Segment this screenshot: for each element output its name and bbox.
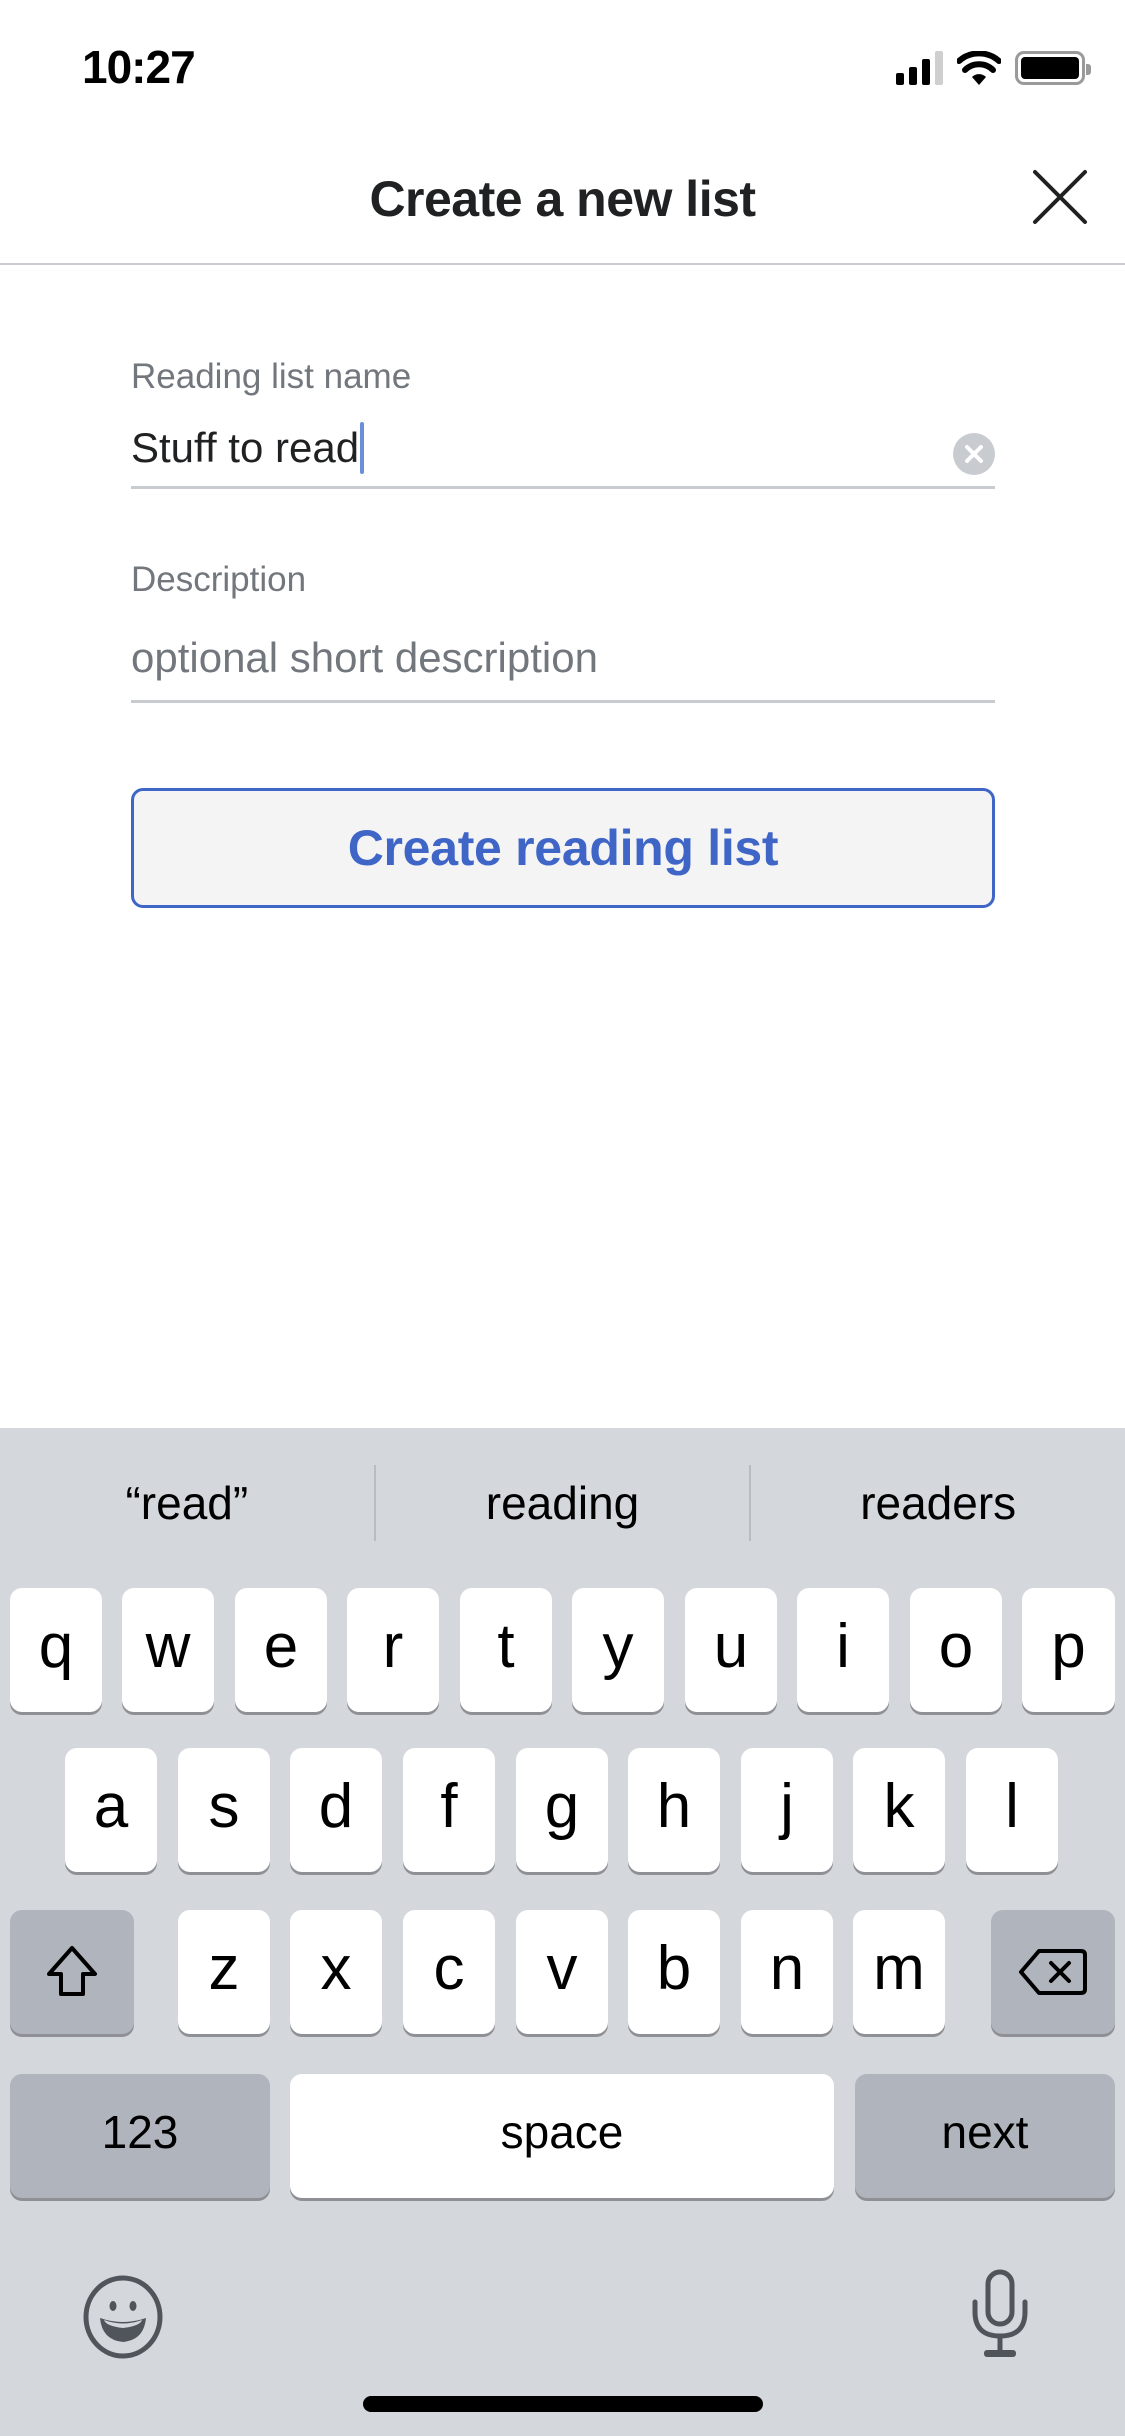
key-label: space [500,2106,624,2158]
wifi-icon [957,51,1001,85]
key-s[interactable]: s [178,1748,270,1872]
key-label: o [938,1611,974,1681]
key-label: y [602,1611,634,1681]
battery-icon [1015,51,1091,85]
create-reading-list-button[interactable]: Create reading list [131,788,995,908]
key-a[interactable]: a [65,1748,157,1872]
key-z[interactable]: z [178,1910,270,2034]
key-o[interactable]: o [910,1588,1002,1712]
description-input[interactable] [131,627,995,688]
close-button[interactable] [1027,164,1093,230]
key-row-2: a s d f g h j k l [0,1748,1125,1876]
key-w[interactable]: w [122,1588,214,1712]
name-field-label: Reading list name [131,357,412,396]
key-label: g [544,1771,580,1841]
status-bar: 10:27 [0,0,1125,132]
key-g[interactable]: g [516,1748,608,1872]
suggestion-item[interactable]: “read” [0,1476,374,1530]
key-v[interactable]: v [516,1910,608,2034]
clear-text-button[interactable] [953,433,995,475]
key-label: c [433,1933,465,2003]
key-label: l [1005,1771,1019,1841]
key-label: w [145,1611,191,1681]
key-f[interactable]: f [403,1748,495,1872]
key-j[interactable]: j [741,1748,833,1872]
clear-circle-icon [965,445,983,463]
key-label: h [656,1771,692,1841]
emoji-icon [83,2275,163,2359]
key-e[interactable]: e [235,1588,327,1712]
key-label: v [546,1933,578,2003]
name-field[interactable]: Stuff to read [131,415,995,489]
microphone-icon [972,2269,1028,2357]
key-label: p [1051,1611,1086,1681]
key-d[interactable]: d [290,1748,382,1872]
key-label: r [382,1611,404,1681]
description-field-row [131,615,995,703]
microphone-button[interactable] [960,2268,1040,2360]
header: Create a new list [0,132,1125,265]
key-label: x [320,1933,352,2003]
key-label: z [208,1933,240,2003]
backspace-icon [1019,1949,1087,1995]
key-x[interactable]: x [290,1910,382,2034]
key-label: u [713,1611,749,1681]
key-label: 123 [101,2106,179,2158]
status-icons [896,50,1091,86]
close-icon [1033,170,1087,224]
key-p[interactable]: p [1022,1588,1115,1712]
key-r[interactable]: r [347,1588,439,1712]
name-field-text: Stuff to read [131,424,360,472]
text-caret [360,421,365,474]
numbers-key[interactable]: 123 [10,2074,270,2198]
key-q[interactable]: q [10,1588,102,1712]
emoji-button[interactable] [80,2274,166,2360]
key-label: m [873,1933,925,2003]
key-label: s [208,1771,240,1841]
key-label: n [769,1933,805,2003]
status-time: 10:27 [82,41,196,93]
shift-key[interactable] [10,1910,134,2034]
space-key[interactable]: space [290,2074,834,2198]
delete-key[interactable] [991,1910,1115,2034]
key-label: e [263,1611,299,1681]
key-label: d [318,1771,354,1841]
key-u[interactable]: u [685,1588,777,1712]
key-l[interactable]: l [966,1748,1058,1872]
key-b[interactable]: b [628,1910,720,2034]
page-title: Create a new list [369,171,756,227]
key-m[interactable]: m [853,1910,945,2034]
key-label: i [836,1611,850,1681]
key-label: k [883,1771,915,1841]
key-label: j [780,1771,794,1841]
description-field-label: Description [131,560,307,599]
key-label: a [93,1771,129,1841]
keyboard: “read” reading readers q w e r t y u i o… [0,1428,1125,2436]
key-row-3: z x c v b n m [0,1910,1125,2038]
key-label: b [656,1933,692,2003]
key-row-4: 123 space next [0,2074,1125,2202]
key-label: next [941,2106,1029,2158]
key-row-1: q w e r t y u i o p [0,1588,1125,1716]
key-i[interactable]: i [797,1588,889,1712]
key-label: f [440,1771,458,1841]
suggestion-item[interactable]: readers [751,1476,1125,1530]
next-key[interactable]: next [855,2074,1115,2198]
key-y[interactable]: y [572,1588,664,1712]
key-label: t [497,1611,515,1681]
home-indicator [363,2396,763,2412]
predictive-bar: “read” reading readers [0,1428,1125,1578]
suggestion-item[interactable]: reading [376,1476,750,1530]
name-field-value[interactable]: Stuff to read [131,421,365,477]
shift-icon [47,1946,97,1996]
key-n[interactable]: n [741,1910,833,2034]
signal-icon [896,51,943,85]
key-k[interactable]: k [853,1748,945,1872]
key-h[interactable]: h [628,1748,720,1872]
key-label: q [38,1611,74,1681]
key-t[interactable]: t [460,1588,552,1712]
key-c[interactable]: c [403,1910,495,2034]
